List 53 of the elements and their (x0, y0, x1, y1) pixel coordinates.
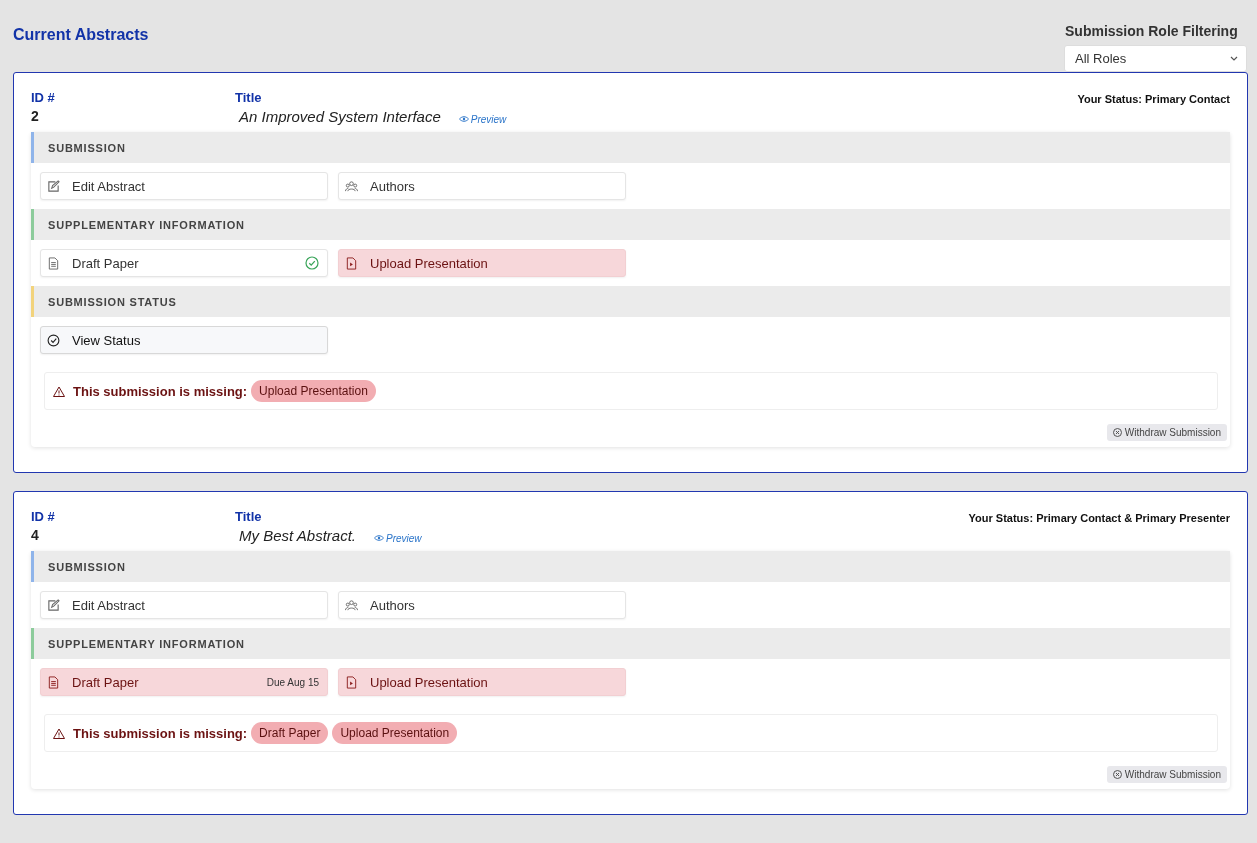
filter-label: Submission Role Filtering (1064, 23, 1239, 41)
your-status: Your Status: Primary Contact (1077, 93, 1230, 105)
abstract-title: My Best Abstract. (239, 527, 356, 544)
section-header: SUBMISSION (31, 132, 1230, 163)
action-tile[interactable]: View Status (40, 326, 328, 354)
missing-item-tag: Upload Presentation (332, 722, 458, 744)
id-value: 2 (31, 108, 40, 124)
eye-icon (374, 535, 384, 541)
action-tile[interactable]: Upload Presentation (338, 249, 626, 277)
action-tile[interactable]: Upload Presentation (338, 668, 626, 696)
withdraw-button[interactable]: Withdraw Submission (1106, 424, 1227, 441)
presentation-file-icon (345, 675, 358, 689)
action-tile[interactable]: Edit Abstract (40, 591, 328, 619)
warning-icon (53, 385, 65, 397)
chevron-icon (1230, 56, 1238, 61)
presentation-file-icon (345, 256, 358, 270)
id-value: 4 (31, 527, 40, 543)
section-header: SUBMISSION STATUS (31, 286, 1230, 317)
action-tile[interactable]: Authors (338, 591, 626, 619)
your-status: Your Status: Primary Contact & Primary Presenter (968, 512, 1230, 524)
due-date: Due Aug 15 (266, 676, 319, 688)
missing-item-tag: Upload Presentation (251, 380, 376, 402)
section-header: SUPPLEMENTARY INFORMATION (31, 628, 1230, 659)
document-icon (47, 675, 60, 689)
action-tile[interactable]: Draft Paper Due Aug 15 (40, 668, 328, 696)
missing-label: This submission is missing: (73, 383, 248, 399)
id-label: ID # (31, 90, 56, 105)
title-label: Title (235, 509, 263, 524)
missing-item-tag: Draft Paper (251, 722, 329, 744)
withdraw-button[interactable]: Withdraw Submission (1106, 766, 1227, 783)
title-label: Title (235, 90, 263, 105)
preview-link[interactable]: Preview (374, 532, 422, 544)
warning-icon (53, 727, 65, 739)
action-tile[interactable]: Authors (338, 172, 626, 200)
close-circle-icon (1112, 428, 1122, 437)
section-header: SUPPLEMENTARY INFORMATION (31, 209, 1230, 240)
action-tile[interactable]: Edit Abstract (40, 172, 328, 200)
people-icon (345, 179, 358, 193)
action-tile[interactable]: Draft Paper (40, 249, 328, 277)
document-icon (47, 256, 60, 270)
section-header: SUBMISSION (31, 551, 1230, 582)
people-icon (345, 598, 358, 612)
eye-icon (458, 116, 469, 122)
role-filter-dropdown[interactable]: All Roles (1064, 45, 1247, 72)
close-circle-icon (1112, 770, 1122, 779)
check-circle-icon (47, 333, 60, 347)
preview-link[interactable]: Preview (458, 113, 507, 125)
missing-label: This submission is missing: (73, 725, 248, 741)
edit-icon (47, 598, 60, 612)
id-label: ID # (31, 509, 56, 524)
edit-icon (47, 179, 60, 193)
page-title: Current Abstracts (13, 26, 149, 44)
abstract-title: An Improved System Interface (239, 108, 441, 125)
